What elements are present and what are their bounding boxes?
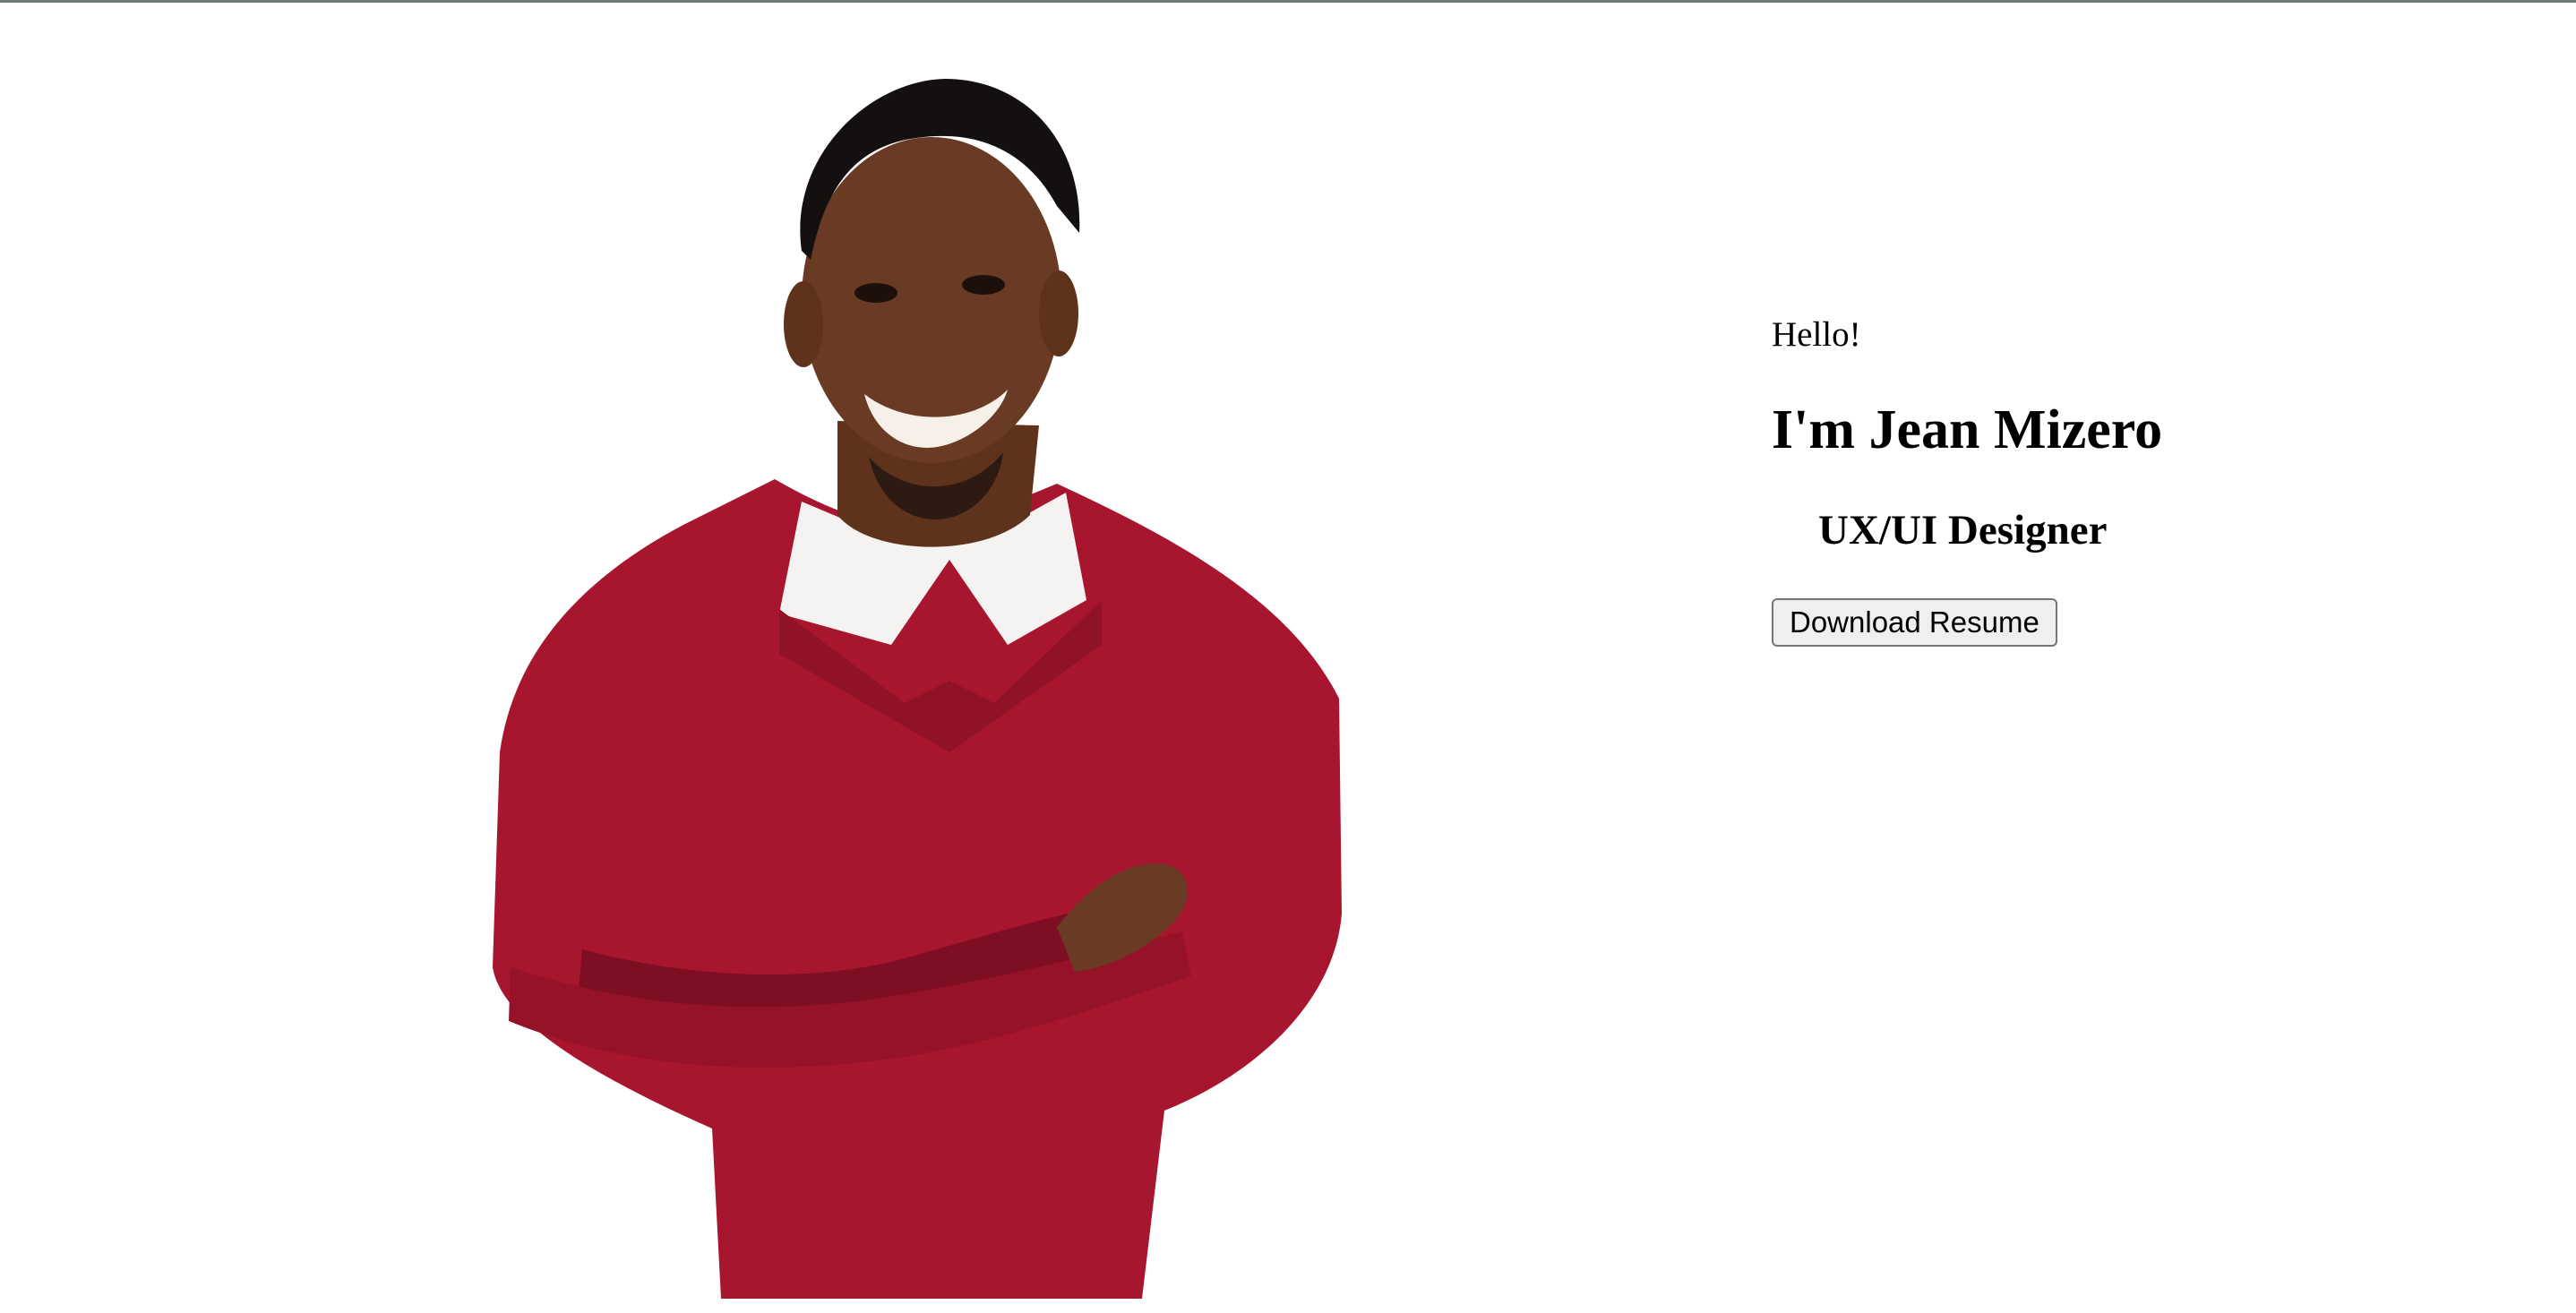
left-eye xyxy=(854,283,897,303)
left-ear xyxy=(784,281,823,367)
top-rule xyxy=(0,0,2576,3)
right-eye xyxy=(962,275,1005,295)
download-resume-button[interactable]: Download Resume xyxy=(1772,598,2057,647)
page: Hello! I'm Jean Mizero UX/UI Designer Do… xyxy=(0,0,2576,1313)
name-heading: I'm Jean Mizero xyxy=(1772,399,2163,460)
intro-section: Hello! I'm Jean Mizero UX/UI Designer Do… xyxy=(1772,305,2488,647)
role-heading: UX/UI Designer xyxy=(1818,507,2108,554)
greeting-text: Hello! xyxy=(1772,315,1861,354)
profile-portrait xyxy=(493,79,1342,1299)
right-ear xyxy=(1039,270,1078,356)
face xyxy=(802,137,1061,463)
